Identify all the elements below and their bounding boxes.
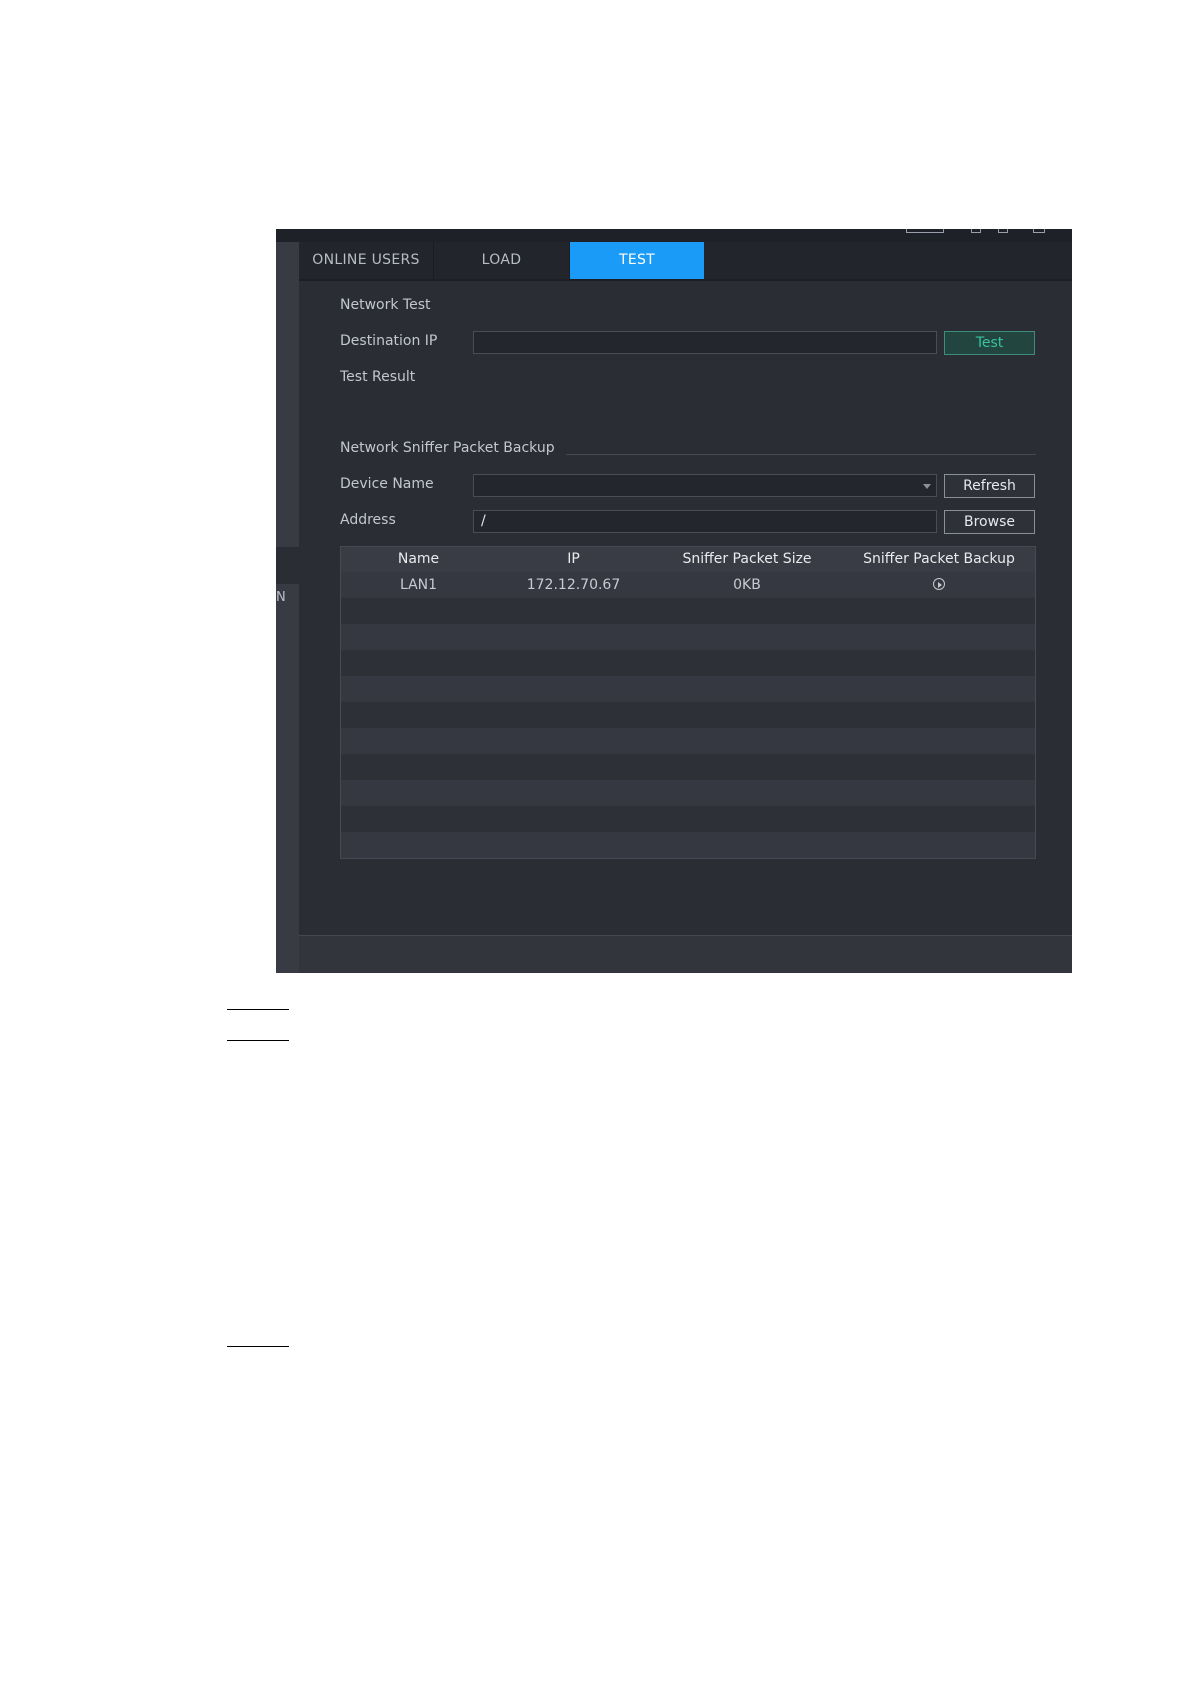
column-header-name: Name — [397, 551, 440, 567]
tab-online-users[interactable]: ONLINE USERS — [299, 242, 434, 279]
left-nav: N — [276, 242, 299, 973]
cell-name: LAN1 — [399, 577, 438, 593]
test-button[interactable]: Test — [944, 331, 1035, 355]
tab-load[interactable]: LOAD — [434, 242, 570, 279]
document-rule — [227, 1009, 289, 1010]
table-row-empty — [341, 624, 1035, 650]
browse-button[interactable]: Browse — [944, 510, 1035, 534]
cell-ip: 172.12.70.67 — [526, 577, 621, 593]
window-footer — [299, 935, 1072, 973]
address-value: / — [481, 513, 486, 529]
destination-ip-label: Destination IP — [340, 333, 438, 349]
address-input[interactable]: / — [473, 510, 937, 533]
table-row-empty — [341, 728, 1035, 754]
column-header-backup: Sniffer Packet Backup — [863, 551, 1015, 567]
sniffer-section-title: Network Sniffer Packet Backup — [340, 440, 555, 456]
column-header-ip: IP — [567, 551, 580, 567]
left-nav-clipped-label: N — [276, 590, 286, 605]
table-row-empty — [341, 832, 1035, 858]
destination-ip-input[interactable] — [473, 331, 937, 354]
table-row[interactable]: LAN1 172.12.70.67 0KB — [341, 572, 1035, 598]
address-label: Address — [340, 512, 396, 528]
sniffer-table: Name IP Sniffer Packet Size Sniffer Pack… — [340, 546, 1036, 859]
device-name-label: Device Name — [340, 476, 434, 492]
chevron-down-icon — [923, 484, 931, 489]
section-divider — [566, 454, 1036, 455]
test-result-label: Test Result — [340, 369, 416, 385]
table-header: Name IP Sniffer Packet Size Sniffer Pack… — [341, 547, 1035, 572]
table-row-empty — [341, 780, 1035, 806]
table-row-empty — [341, 676, 1035, 702]
play-circle-icon[interactable] — [933, 578, 945, 590]
network-test-title: Network Test — [340, 297, 431, 313]
table-row-empty — [341, 754, 1035, 780]
refresh-button[interactable]: Refresh — [944, 474, 1035, 498]
table-row-empty — [341, 598, 1035, 624]
device-name-select[interactable] — [473, 474, 937, 497]
minimize-icon[interactable] — [971, 229, 981, 233]
cell-size: 0KB — [733, 577, 761, 593]
document-rule — [227, 1040, 289, 1041]
left-nav-selected-item[interactable] — [276, 547, 299, 584]
network-test-window: N ONLINE USERS LOAD TEST Network Test De… — [276, 229, 1072, 973]
tab-test[interactable]: TEST — [570, 242, 704, 279]
table-row-empty — [341, 806, 1035, 832]
grid-icon[interactable] — [1033, 229, 1045, 233]
document-rule — [227, 1346, 289, 1347]
window-top-bar — [276, 229, 1072, 243]
table-row-empty — [341, 650, 1035, 676]
table-row-empty — [341, 702, 1035, 728]
tab-bar: ONLINE USERS LOAD TEST — [299, 242, 1072, 281]
column-header-size: Sniffer Packet Size — [682, 551, 812, 567]
restore-icon[interactable] — [998, 229, 1008, 233]
top-bar-control[interactable] — [906, 229, 944, 233]
